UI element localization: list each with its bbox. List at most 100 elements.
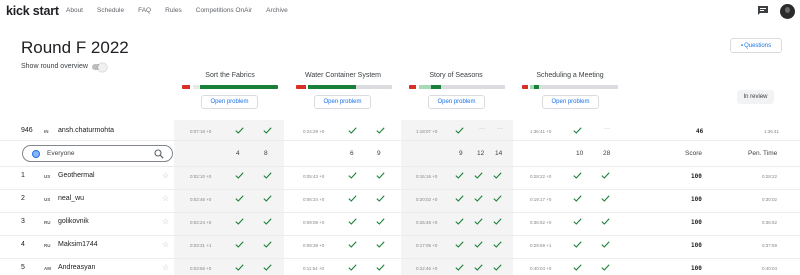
round-overview-toggle[interactable] [92, 62, 107, 72]
stats-bar-segment [440, 85, 505, 89]
row-score: 100 [691, 196, 702, 203]
divider [0, 258, 800, 259]
solved-check-icon [235, 127, 244, 134]
my-dash-2: ··· [497, 126, 503, 132]
solved-check-icon [455, 264, 464, 271]
nav-link-schedule[interactable]: Schedule [97, 7, 124, 14]
problem-title-4: Scheduling a Meeting [536, 72, 604, 79]
problem-stats-bar-1 [182, 85, 278, 89]
round-overview-label: Show round overview [21, 63, 88, 70]
row-name[interactable]: Maksim1744 [58, 241, 98, 248]
row-time-3: 0:25:48 +0 [416, 220, 438, 225]
row-time-2: 0:06:34 +0 [303, 197, 325, 202]
row-country: US [44, 197, 51, 202]
favorite-star-icon[interactable]: ☆ [162, 217, 169, 226]
col-points-p3-a: 9 [459, 150, 463, 157]
favorite-star-icon[interactable]: ☆ [162, 263, 169, 272]
favorite-star-icon[interactable]: ☆ [162, 171, 169, 180]
stats-bar-segment [356, 85, 392, 89]
solved-check-icon [573, 218, 582, 225]
row-rank: 2 [21, 195, 25, 202]
solved-check-icon [455, 127, 464, 134]
questions-label: Questions [744, 42, 772, 49]
solved-check-icon [601, 172, 610, 179]
stats-bar-segment [308, 85, 357, 89]
nav-link-about[interactable]: About [66, 7, 83, 14]
row-time-2: 0:11:54 +0 [303, 266, 325, 271]
solved-check-icon [474, 264, 483, 271]
solved-check-icon [348, 241, 357, 248]
solved-check-icon [573, 195, 582, 202]
row-score: 100 [691, 173, 702, 180]
row-pen-time: 0:40:04 [762, 266, 778, 271]
my-time-3: 1:18:07 +0 [416, 129, 438, 134]
solved-check-icon [493, 218, 502, 225]
solved-check-icon [263, 172, 272, 179]
nav-link-faq[interactable]: FAQ [138, 7, 151, 14]
problem-stats-bar-4 [522, 85, 618, 89]
nav-link-archive[interactable]: Archive [266, 7, 288, 14]
favorite-star-icon[interactable]: ☆ [162, 240, 169, 249]
stats-bar-segment [539, 85, 618, 89]
solved-check-icon [348, 127, 357, 134]
my-name[interactable]: ansh.chaturmohta [58, 127, 114, 134]
avatar[interactable] [780, 4, 795, 19]
row-time-3: 0:20:02 +0 [416, 197, 438, 202]
col-points-p2-a: 6 [350, 150, 354, 157]
nav-link-rules[interactable]: Rules [165, 7, 182, 14]
questions-button[interactable]: ▪ Questions [730, 38, 782, 53]
kickstart-logo[interactable]: kick start [6, 4, 59, 18]
col-points-p2-b: 9 [377, 150, 381, 157]
nav-link-onair[interactable]: Competitions OnAir [196, 7, 252, 14]
open-problem-button-1[interactable]: Open problem [201, 95, 258, 109]
solved-check-icon [455, 172, 464, 179]
col-points-p3-b: 12 [477, 150, 485, 157]
stats-bar-segment [418, 85, 432, 89]
solved-check-icon [474, 218, 483, 225]
solved-check-icon [493, 264, 502, 271]
row-time-4: 0:40:04 +0 [530, 266, 552, 271]
problem-stats-bar-2 [296, 85, 392, 89]
divider [0, 235, 800, 236]
stats-bar-segment [296, 85, 306, 89]
solved-check-icon [348, 218, 357, 225]
solved-check-icon [348, 264, 357, 271]
row-country: AM [44, 266, 51, 271]
search-input[interactable]: Everyone [22, 145, 173, 162]
solved-check-icon [493, 195, 502, 202]
row-time-3: 0:17:05 +0 [416, 243, 438, 248]
solved-check-icon [235, 264, 244, 271]
solved-check-icon [474, 241, 483, 248]
solved-check-icon [573, 264, 582, 271]
row-name[interactable]: neal_wu [58, 195, 84, 202]
row-pen-time: 0:37:59 [762, 243, 778, 248]
nav-links: About Schedule FAQ Rules Competitions On… [66, 7, 288, 14]
row-name[interactable]: golikovnik [58, 218, 89, 225]
solved-check-icon [376, 172, 385, 179]
solved-check-icon [455, 241, 464, 248]
open-problem-button-4[interactable]: Open problem [542, 95, 599, 109]
my-dash-3: ··· [604, 126, 610, 132]
search-filter-value: Everyone [47, 150, 75, 157]
row-name[interactable]: Andreasyan [58, 264, 95, 271]
my-dash-1: ··· [479, 126, 485, 132]
search-icon[interactable] [154, 149, 164, 159]
row-pen-time: 0:30:02 [762, 197, 778, 202]
row-pen-time: 0:28:22 [762, 174, 778, 179]
problem-title-1: Sort the Fabrics [205, 72, 255, 79]
my-time-4: 1:36:41 +0 [530, 129, 552, 134]
problem-title-3: Story of Seasons [429, 72, 483, 79]
row-name[interactable]: Geothermal [58, 172, 95, 179]
chat-icon[interactable] [758, 6, 768, 15]
row-rank: 5 [21, 264, 25, 271]
open-problem-button-2[interactable]: Open problem [314, 95, 371, 109]
my-time-2: 0:24:29 +0 [303, 129, 325, 134]
favorite-star-icon[interactable]: ☆ [162, 194, 169, 203]
my-rank: 946 [21, 127, 33, 134]
row-pen-time: 0:36:52 [762, 220, 778, 225]
my-score: 46 [696, 128, 704, 135]
stats-bar-segment [431, 85, 441, 89]
solved-check-icon [573, 241, 582, 248]
open-problem-button-3[interactable]: Open problem [428, 95, 485, 109]
col-score-header: Score [685, 150, 702, 157]
